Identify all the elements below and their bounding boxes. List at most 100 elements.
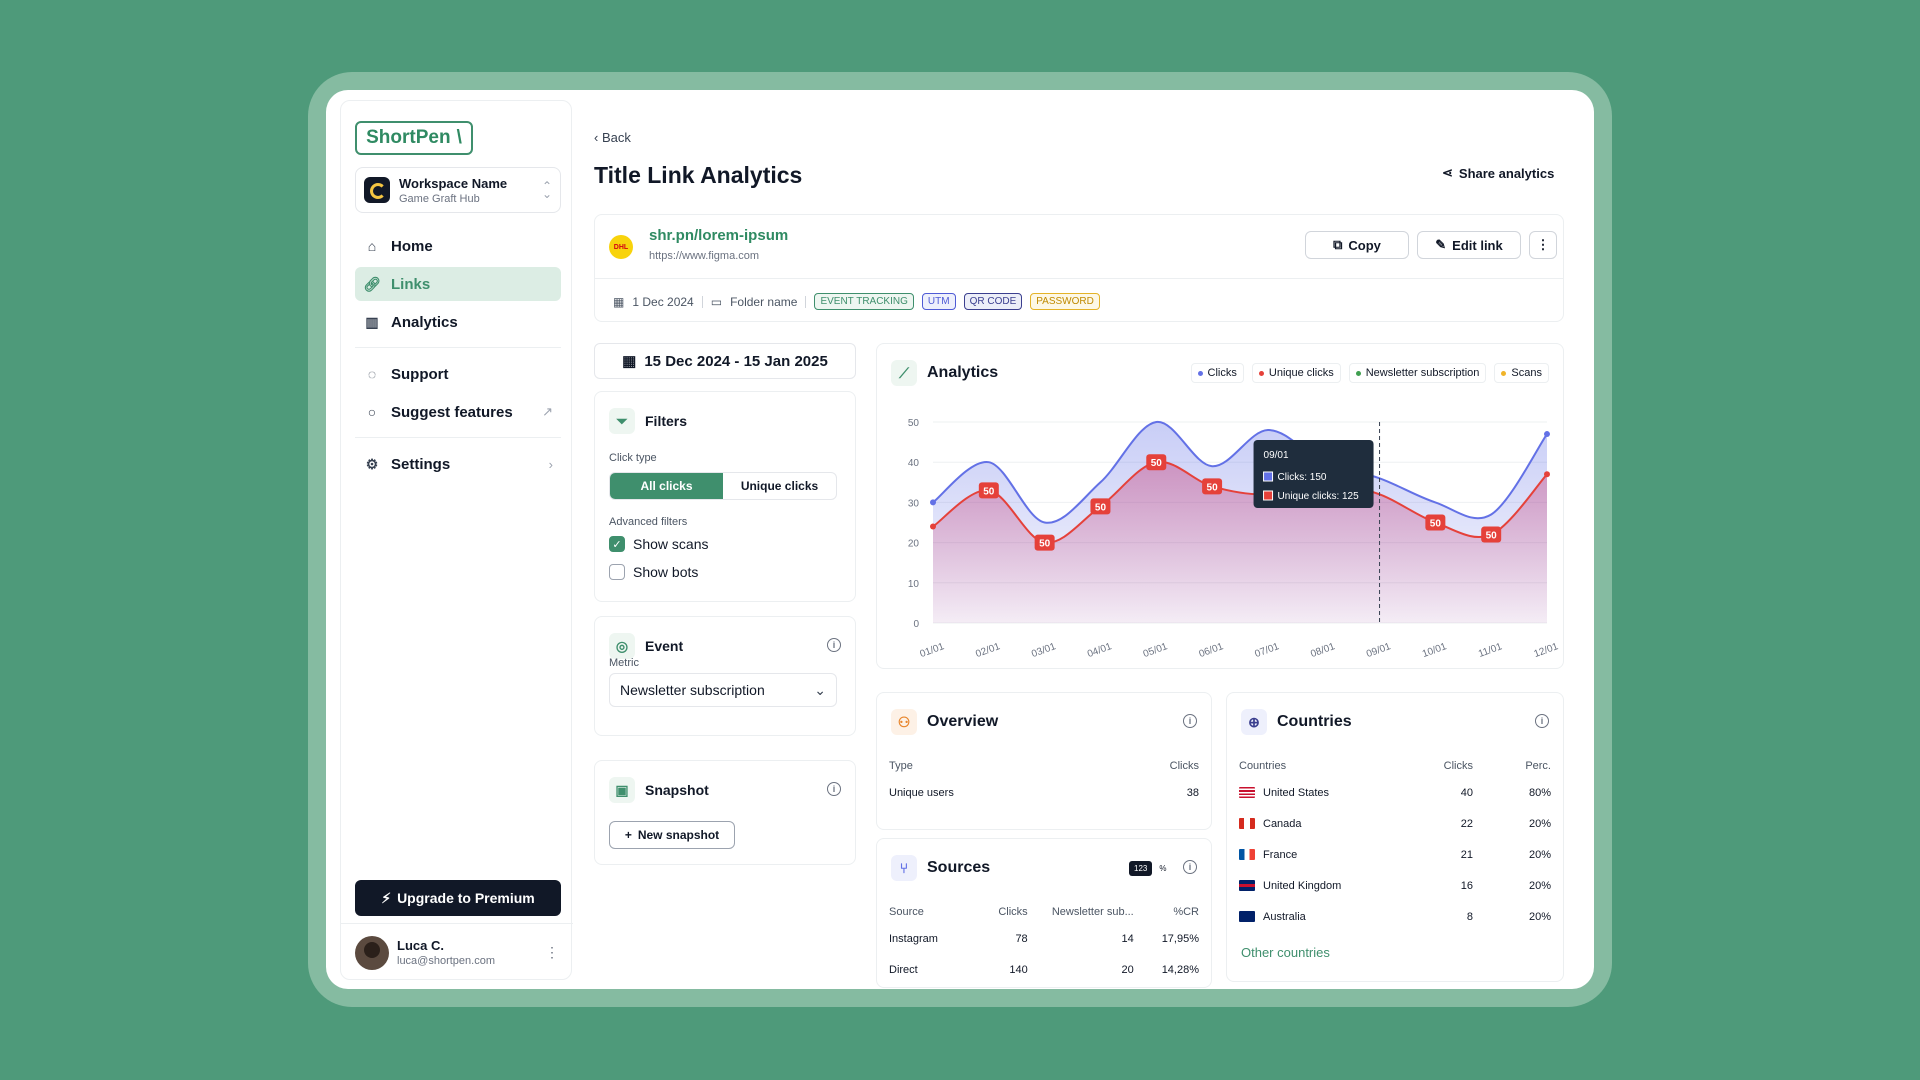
divider — [701, 295, 703, 308]
y-tick-label: 50 — [908, 418, 920, 429]
tag-qr-code: QR CODE — [963, 293, 1023, 310]
cell: France — [1263, 848, 1298, 861]
series-point — [1544, 471, 1550, 478]
sidebar-item-suggest-features[interactable]: ○ Suggest features ↗ — [355, 395, 561, 429]
table-header: Countries Clicks Perc. — [1239, 755, 1551, 777]
info-icon[interactable]: i — [1535, 714, 1549, 728]
table-row[interactable]: Australia 8 20% — [1239, 901, 1551, 932]
divider — [595, 278, 1563, 279]
page-title: Title Link Analytics — [594, 162, 803, 188]
col-clicks: Clicks — [998, 906, 1028, 918]
analytics-chart-card: ⟋ Analytics Clicks Unique clicks Newslett… — [876, 343, 1564, 669]
divider — [355, 347, 561, 348]
click-type-label: Click type — [609, 452, 657, 464]
filters-panel: ⏷ Filters Click type All clicks Unique cl… — [594, 391, 856, 602]
share-analytics-button[interactable]: ⋖ Share analytics — [1442, 165, 1554, 181]
table-row[interactable]: Instagram 78 14 17,95% — [889, 923, 1199, 954]
unique-clicks-tab[interactable]: Unique clicks — [723, 473, 836, 499]
edit-link-button[interactable]: ✎ Edit link — [1417, 231, 1521, 259]
y-tick-label: 0 — [913, 619, 919, 630]
gear-icon: ⚙ — [365, 455, 379, 472]
upgrade-button[interactable]: ⚡︎ Upgrade to Premium — [355, 880, 561, 916]
series-point — [930, 499, 936, 506]
pencil-icon: ✎ — [1435, 237, 1447, 252]
date-range-picker[interactable]: ▦ 15 Dec 2024 - 15 Jan 2025 — [594, 343, 856, 379]
sidebar-item-analytics[interactable]: ▥ Analytics — [355, 305, 561, 339]
user-email: luca@shortpen.com — [397, 955, 495, 967]
show-scans-checkbox[interactable]: ✓ Show scans — [609, 536, 708, 552]
copy-button[interactable]: ⧉ Copy — [1305, 231, 1409, 259]
external-link-icon: ↗ — [542, 404, 553, 419]
cell: 20% — [1528, 848, 1551, 861]
more-vertical-icon[interactable]: ⋮ — [545, 944, 559, 961]
created-date: 1 Dec 2024 — [632, 294, 694, 309]
divider — [355, 437, 561, 438]
user-profile[interactable]: Luca C. luca@shortpen.com ⋮ — [341, 923, 573, 981]
logo[interactable]: ShortPen \ — [355, 121, 473, 155]
chevron-right-icon: › — [548, 456, 553, 472]
info-icon[interactable]: i — [827, 638, 841, 652]
snapshot-panel: ▣ Snapshot i + New snapshot — [594, 760, 856, 865]
destination-url[interactable]: https://www.figma.com — [649, 250, 759, 262]
branch-icon: ⑂ — [891, 855, 917, 881]
tag-password: PASSWORD — [1030, 293, 1100, 310]
col-perc: Perc. — [1525, 760, 1551, 772]
analytics-chart[interactable]: 0 10 20 30 40 50 01/01 02/01 03/01 04/01 05/01 06/0… — [877, 344, 1565, 670]
sidebar-item-settings[interactable]: ⚙ Settings › — [355, 447, 561, 481]
table-row[interactable]: Direct 140 20 14,28% — [889, 954, 1199, 985]
users-icon: ⚇ — [891, 709, 917, 735]
sidebar-item-support[interactable]: ◌ Support — [355, 357, 561, 391]
more-button[interactable]: ⋮ — [1529, 231, 1557, 259]
share-icon: ⋖ — [1442, 165, 1453, 180]
cell: 140 — [1009, 963, 1028, 976]
filters-header: ⏷ Filters — [609, 408, 687, 434]
tooltip-title: 09/01 — [1264, 450, 1289, 461]
fr-flag-icon — [1239, 848, 1255, 860]
series-point — [930, 523, 936, 530]
advanced-filters-label: Advanced filters — [609, 516, 688, 528]
divider — [805, 295, 807, 308]
toggle-number[interactable]: 123 — [1129, 861, 1153, 876]
table-row[interactable]: United States 40 80% — [1239, 777, 1551, 808]
show-bots-checkbox[interactable]: Show bots — [609, 564, 698, 580]
overview-card: ⚇ Overview i Type Clicks Unique users 38 — [876, 692, 1212, 830]
col-clicks: Clicks — [1443, 760, 1473, 772]
cell: Australia — [1263, 910, 1306, 923]
metric-select[interactable]: Newsletter subscription ⌄ — [609, 673, 837, 707]
workspace-switcher[interactable]: Workspace Name Game Graft Hub ⌃ ⌄ — [355, 167, 561, 213]
brand-logo: DHL — [609, 235, 633, 259]
info-icon[interactable]: i — [1183, 860, 1197, 874]
all-clicks-tab[interactable]: All clicks — [610, 473, 723, 499]
x-tick-label: 05/01 — [1142, 641, 1170, 660]
col-source: Source — [889, 906, 924, 918]
table-header: Source Clicks Newsletter sub... %CR — [889, 901, 1199, 923]
new-snapshot-button[interactable]: + New snapshot — [609, 821, 735, 849]
link-card: DHL shr.pn/lorem-ipsum https://www.figma… — [594, 214, 1564, 322]
save-icon: ▣ — [609, 777, 635, 803]
short-url[interactable]: shr.pn/lorem-ipsum — [649, 227, 788, 244]
col-cr: %CR — [1173, 906, 1199, 918]
click-type-toggle: All clicks Unique clicks — [609, 472, 837, 500]
more-vertical-icon: ⋮ — [1536, 237, 1550, 252]
data-label: 50 — [1486, 531, 1498, 542]
sidebar-item-home[interactable]: ⌂ Home — [355, 229, 561, 263]
info-icon[interactable]: i — [827, 782, 841, 796]
app-window: ShortPen \ Workspace Name Game Graft Hub … — [326, 90, 1594, 989]
data-label: 50 — [1207, 482, 1219, 493]
table-row[interactable]: Canada 22 20% — [1239, 808, 1551, 839]
other-countries-link[interactable]: Other countries — [1241, 945, 1330, 960]
table-row[interactable]: France 21 20% — [1239, 839, 1551, 870]
table-header: Type Clicks — [889, 755, 1199, 777]
link-icon: 🔗︎ — [363, 275, 381, 292]
calendar-icon: ▦ — [622, 353, 637, 370]
tooltip-unique: Unique clicks: 125 — [1278, 491, 1360, 502]
cell: 20% — [1528, 910, 1551, 923]
back-link[interactable]: ‹ Back — [594, 130, 631, 145]
overview-table: Type Clicks Unique users 38 — [889, 755, 1199, 808]
table-row[interactable]: United Kingdom 16 20% — [1239, 870, 1551, 901]
info-icon[interactable]: i — [1183, 714, 1197, 728]
toggle-percent[interactable]: % — [1154, 861, 1171, 876]
sidebar-item-links[interactable]: 🔗︎ Links — [355, 267, 561, 301]
col-clicks: Clicks — [1169, 760, 1199, 772]
table-row[interactable]: Unique users 38 — [889, 777, 1199, 808]
